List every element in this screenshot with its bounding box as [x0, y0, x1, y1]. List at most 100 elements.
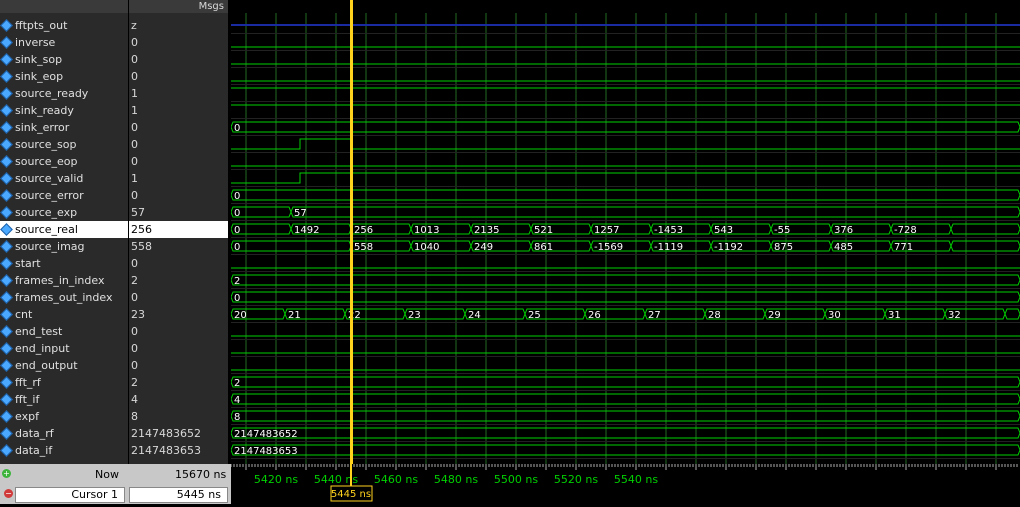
- bus-value-label: -728: [894, 225, 917, 236]
- signal-row-end-input[interactable]: end_input: [0, 340, 128, 357]
- signal-value[interactable]: 0: [129, 136, 228, 153]
- signal-name: source_error: [15, 189, 84, 202]
- signal-trace: [231, 138, 1020, 150]
- signal-row-fft-rf[interactable]: fft_rf: [0, 374, 128, 391]
- signal-value[interactable]: 0: [129, 255, 228, 272]
- signal-diamond-icon: [0, 325, 13, 338]
- bus-value-label: 0: [234, 242, 240, 253]
- bus-value-label: 249: [474, 242, 493, 253]
- signal-diamond-icon: [0, 257, 13, 270]
- signal-row-source-eop[interactable]: source_eop: [0, 153, 128, 170]
- bus-value-label: 1013: [414, 225, 439, 236]
- signal-value[interactable]: 57: [129, 204, 228, 221]
- waveform-pane[interactable]: 0 0 0 57 0 1492 256 1013 2135 521 1257 -1453 543 -55 3…: [230, 0, 1020, 464]
- bus-segment: [230, 274, 1020, 286]
- signal-row-inverse[interactable]: inverse: [0, 34, 128, 51]
- name-column-header: [0, 0, 128, 13]
- bus-value-label: 2147483652: [234, 429, 298, 440]
- signal-name: source_real: [15, 223, 78, 236]
- cursor-value-field[interactable]: 5445 ns: [129, 487, 228, 503]
- signal-value[interactable]: 0: [129, 153, 228, 170]
- signal-value[interactable]: 1: [129, 170, 228, 187]
- signal-name: fft_rf: [15, 376, 41, 389]
- signal-value[interactable]: 23: [129, 306, 228, 323]
- signal-diamond-icon: [0, 206, 13, 219]
- signal-value[interactable]: 2: [129, 374, 228, 391]
- signal-row-source-error[interactable]: source_error: [0, 187, 128, 204]
- bus-value-label: 0: [234, 225, 240, 236]
- signal-row-source-valid[interactable]: source_valid: [0, 170, 128, 187]
- signal-value[interactable]: 2: [129, 272, 228, 289]
- signal-row-source-exp[interactable]: source_exp: [0, 204, 128, 221]
- signal-name: source_valid: [15, 172, 84, 185]
- signal-row-source-imag[interactable]: source_imag: [0, 238, 128, 255]
- signal-row-end-test[interactable]: end_test: [0, 323, 128, 340]
- bus-segment: [950, 223, 1020, 235]
- bus-value-label: 0: [234, 123, 240, 134]
- signal-value[interactable]: 256: [129, 221, 228, 238]
- signal-value[interactable]: 0: [129, 323, 228, 340]
- bus-value-label: 2135: [474, 225, 499, 236]
- signal-value[interactable]: 0: [129, 68, 228, 85]
- signal-row-sink-ready[interactable]: sink_ready: [0, 102, 128, 119]
- signal-diamond-icon: [0, 70, 13, 83]
- bus-value-label: 1040: [414, 242, 439, 253]
- signal-value[interactable]: 8: [129, 408, 228, 425]
- signal-value[interactable]: 0: [129, 34, 228, 51]
- remove-cursor-icon[interactable]: −: [4, 489, 13, 498]
- signal-row-sink-sop[interactable]: sink_sop: [0, 51, 128, 68]
- signal-name: start: [15, 257, 41, 270]
- signal-row-frames-in-index[interactable]: frames_in_index: [0, 272, 128, 289]
- signal-row-sink-eop[interactable]: sink_eop: [0, 68, 128, 85]
- signal-value[interactable]: z: [129, 17, 228, 34]
- signal-row-data-if[interactable]: data_if: [0, 442, 128, 459]
- signal-diamond-icon: [0, 342, 13, 355]
- signal-value[interactable]: 0: [129, 119, 228, 136]
- signal-row-fft-if[interactable]: fft_if: [0, 391, 128, 408]
- signal-row-start[interactable]: start: [0, 255, 128, 272]
- signal-value[interactable]: 4: [129, 391, 228, 408]
- signal-name: source_imag: [15, 240, 85, 253]
- signal-row-source-real[interactable]: source_real: [0, 221, 128, 238]
- signal-row-sink-error[interactable]: sink_error: [0, 119, 128, 136]
- bus-value-label: 2: [234, 378, 240, 389]
- bus-value-label: 30: [828, 310, 841, 321]
- signal-value[interactable]: 0: [129, 51, 228, 68]
- signal-value[interactable]: 0: [129, 357, 228, 374]
- bus-value-label: -1569: [594, 242, 623, 253]
- signal-row-fftpts-out[interactable]: fftpts_out: [0, 17, 128, 34]
- signal-row-source-ready[interactable]: source_ready: [0, 85, 128, 102]
- signal-row-frames-out-index[interactable]: frames_out_index: [0, 289, 128, 306]
- signal-name: data_if: [15, 444, 53, 457]
- signal-name: sink_error: [15, 121, 70, 134]
- signal-row-source-sop[interactable]: source_sop: [0, 136, 128, 153]
- bus-value-label: -1119: [654, 242, 683, 253]
- signal-name: inverse: [15, 36, 56, 49]
- signal-value[interactable]: 1: [129, 85, 228, 102]
- bus-value-label: 521: [534, 225, 553, 236]
- signal-value[interactable]: 0: [129, 289, 228, 306]
- signal-row-data-rf[interactable]: data_rf: [0, 425, 128, 442]
- signal-value[interactable]: 0: [129, 340, 228, 357]
- signal-name: source_eop: [15, 155, 78, 168]
- add-icon[interactable]: +: [2, 469, 11, 478]
- bus-segment: [230, 240, 352, 252]
- timeline-ruler[interactable]: 5420 ns 5440 ns 5460 ns 5480 ns 5500 ns 5520 …: [230, 464, 1020, 504]
- bus-value-label: 2: [234, 276, 240, 287]
- signal-value[interactable]: 2147483653: [129, 442, 228, 459]
- msgs-column-header: Msgs: [129, 0, 228, 13]
- signal-row-end-output[interactable]: end_output: [0, 357, 128, 374]
- ruler-time-label: 5520 ns: [554, 473, 598, 486]
- timeline-ruler-canvas[interactable]: 5420 ns 5440 ns 5460 ns 5480 ns 5500 ns 5520 …: [230, 464, 1020, 504]
- signal-diamond-icon: [0, 189, 13, 202]
- signal-diamond-icon: [0, 427, 13, 440]
- signal-value[interactable]: 1: [129, 102, 228, 119]
- signal-value[interactable]: 558: [129, 238, 228, 255]
- bus-value-label: 875: [774, 242, 793, 253]
- signal-row-expf[interactable]: expf: [0, 408, 128, 425]
- waveform-canvas[interactable]: 0 0 0 57 0 1492 256 1013 2135 521 1257 -1453 543 -55 3…: [230, 0, 1020, 464]
- cursor-name-field[interactable]: Cursor 1: [15, 487, 125, 503]
- signal-value[interactable]: 0: [129, 187, 228, 204]
- signal-row-cnt[interactable]: cnt: [0, 306, 128, 323]
- signal-value[interactable]: 2147483652: [129, 425, 228, 442]
